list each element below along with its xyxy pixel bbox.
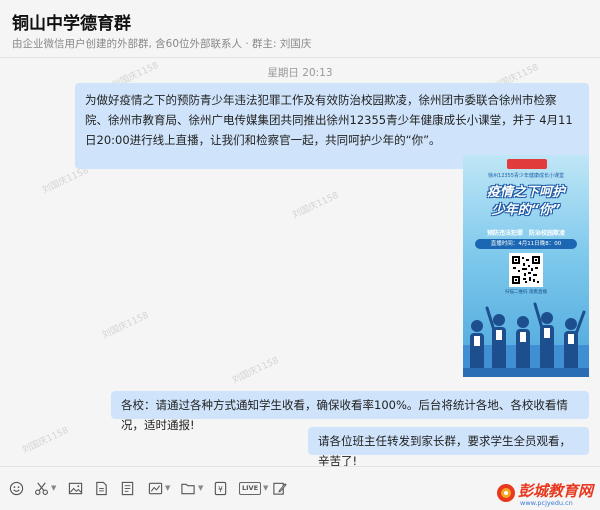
brand-url: www.pcjyedu.cn: [520, 499, 573, 507]
brand-mark-icon: [497, 484, 515, 502]
chart-icon: [148, 482, 163, 494]
folder-icon: [181, 483, 195, 494]
chevron-down-icon: ▼: [51, 484, 57, 492]
message-bubble[interactable]: 各校：请通过各种方式通知学生收看，确保收看率100%。后台将统计各地、各校收看情…: [111, 391, 589, 432]
edit-button[interactable]: [272, 479, 287, 497]
watermark: 刘国庆1158: [100, 310, 151, 341]
poster-image[interactable]: 徐州12355青少年健康成长小课堂 疫情之下呵护 少年的“你” 预防违法犯罪 防…: [463, 155, 589, 377]
watermark: 刘国庆1158: [230, 355, 281, 386]
file-button[interactable]: [94, 479, 109, 497]
students-illustration: [463, 302, 589, 377]
brand-logo: 彭城教育网 www.pcjyedu.cn: [492, 480, 600, 510]
watermark: 刘国庆1158: [20, 425, 71, 456]
folder-button[interactable]: ▼: [180, 479, 203, 497]
live-button[interactable]: LIVE ▼: [239, 479, 268, 497]
doc-button[interactable]: [120, 479, 135, 497]
poster-scan-hint: 扫描二维码 观看直播: [505, 290, 547, 295]
chevron-down-icon: ▼: [263, 484, 269, 492]
image-icon: [68, 482, 83, 494]
group-title[interactable]: 铜山中学德育群: [12, 9, 131, 34]
chevron-down-icon: ▼: [198, 484, 204, 492]
live-icon: LIVE: [239, 481, 262, 495]
emoji-icon: [9, 481, 24, 495]
poster-live-time: 直播时间：4月11日晚8：00: [475, 239, 577, 249]
poster-badge: [507, 159, 547, 169]
message-bubble[interactable]: 请各位班主任转发到家长群，要求学生全员观看，辛苦了!: [308, 427, 589, 466]
svg-text:¥: ¥: [218, 484, 223, 493]
red-packet-button[interactable]: ¥: [213, 479, 228, 497]
image-button[interactable]: [68, 479, 83, 497]
screenshot-button[interactable]: ▼: [34, 479, 56, 497]
scissors-icon: [35, 482, 48, 495]
qr-code-icon: [511, 255, 541, 285]
poster-title-line2: 少年的“你”: [491, 203, 561, 218]
chevron-down-icon: ▼: [165, 484, 171, 492]
chart-button[interactable]: ▼: [148, 479, 170, 497]
poster-subtitle: 徐州12355青少年健康成长小课堂: [488, 173, 564, 179]
brand-name: 彭城教育网: [518, 482, 594, 500]
poster-title-line1: 疫情之下呵护: [486, 185, 565, 200]
chat-area[interactable]: 刘国庆1158 刘国庆1158 刘国庆1158 刘国庆1158 刘国庆1158 …: [0, 58, 600, 466]
group-subtitle: 由企业微信用户创建的外部群, 含60位外部联系人 · 群主: 刘国庆: [12, 38, 312, 50]
chat-header: 铜山中学德育群 由企业微信用户创建的外部群, 含60位外部联系人 · 群主: 刘…: [0, 0, 600, 58]
watermark: 刘国庆1158: [290, 190, 341, 221]
document-icon: [121, 481, 134, 495]
red-packet-icon: ¥: [214, 481, 227, 495]
qr-code: [509, 253, 543, 287]
edit-icon: [273, 482, 287, 495]
file-icon: [96, 481, 107, 495]
emoji-button[interactable]: [9, 479, 24, 497]
message-timestamp: 星期日 20:13: [267, 67, 333, 79]
poster-slogan: 预防违法犯罪 防治校园欺凌: [486, 230, 565, 237]
